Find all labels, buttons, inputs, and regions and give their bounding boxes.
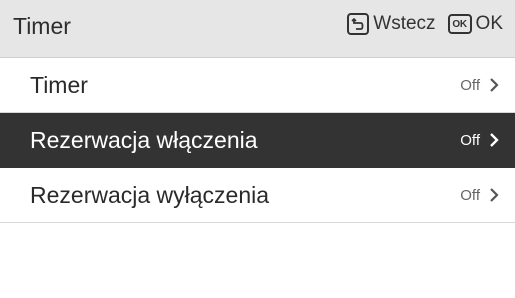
header-actions: Wstecz OK OK (347, 13, 503, 35)
menu-item-power-on-reservation[interactable]: Rezerwacja włączenia Off (0, 113, 515, 168)
menu-item-value: Off (460, 77, 480, 94)
menu-item-value: Off (460, 132, 480, 149)
chevron-right-icon (487, 130, 501, 150)
page-title: Timer (13, 13, 71, 39)
timer-screen: Timer Wstecz OK OK Timer Off Rezerwacja … (0, 0, 515, 298)
ok-key-icon: OK (447, 14, 472, 34)
back-button[interactable]: Wstecz (347, 13, 436, 35)
menu-item-timer[interactable]: Timer Off (0, 58, 515, 113)
chevron-right-icon (487, 75, 501, 95)
header-bar: Timer Wstecz OK OK (0, 0, 515, 58)
menu-item-value: Off (460, 187, 480, 204)
menu-list: Timer Off Rezerwacja włączenia Off Rezer… (0, 58, 515, 223)
menu-item-label: Rezerwacja włączenia (30, 127, 258, 153)
ok-label: OK (475, 13, 503, 34)
menu-item-power-off-reservation[interactable]: Rezerwacja wyłączenia Off (0, 168, 515, 223)
chevron-right-icon (487, 185, 501, 205)
menu-item-label: Rezerwacja wyłączenia (30, 182, 270, 208)
back-arrow-icon (347, 13, 370, 35)
back-label: Wstecz (373, 13, 436, 34)
ok-button[interactable]: OK OK (447, 13, 503, 35)
menu-item-label: Timer (30, 72, 88, 98)
